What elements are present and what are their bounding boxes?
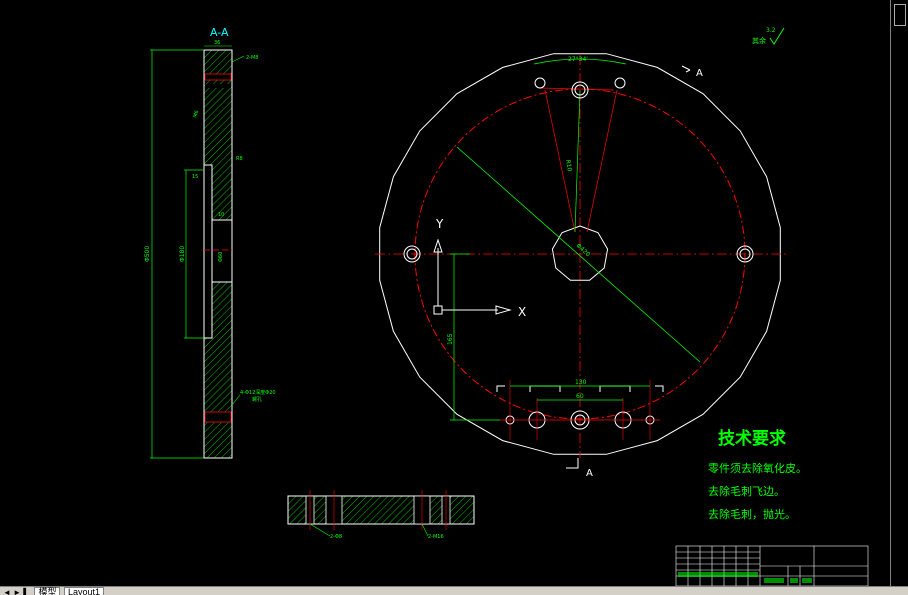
- arrow-label-top: A: [696, 68, 703, 79]
- tech-title: 技术要求: [718, 428, 786, 449]
- dim-vertical: 165: [447, 333, 454, 345]
- note-top: 2-M8: [246, 55, 258, 61]
- tech-line-2: 去除毛刺飞边。: [708, 484, 785, 498]
- dim-small1: 15: [192, 174, 198, 180]
- dim-slot: Φ180: [179, 246, 186, 262]
- dim-height: Φ500: [144, 246, 151, 262]
- scrollbar-thumb[interactable]: [894, 4, 906, 26]
- ucs-x: X: [518, 305, 526, 319]
- plate-view: Φ420 27°34' R10 130 60 165 A A: [375, 53, 788, 479]
- dim-top: 36: [214, 40, 220, 46]
- arrow-label-bottom: A: [586, 468, 593, 479]
- section-view: A-A Φ500 Φ180 36 2-M8 M6 R8 15 10 Φ60 4-…: [144, 26, 276, 459]
- dim-60: 60: [576, 393, 584, 400]
- dim-angle: 27°34': [568, 56, 588, 63]
- note-bottom1: 4-Φ12深度Φ20: [240, 389, 276, 396]
- tech-requirements: 技术要求 零件须去除氧化皮。 去除毛刺飞边。 去除毛刺，抛光。: [708, 428, 807, 521]
- dim-130: 130: [575, 379, 587, 386]
- title-block: [675, 545, 869, 586]
- note-bottom2: 螺孔: [252, 396, 262, 403]
- vertical-scrollbar[interactable]: [890, 0, 908, 586]
- ucs-icon: Y X: [433, 217, 526, 319]
- cad-drawing-canvas[interactable]: A-A Φ500 Φ180 36 2-M8 M6 R8 15 10 Φ60 4-…: [0, 0, 890, 586]
- dim-small2: 10: [218, 212, 224, 218]
- tech-line-1: 零件须去除氧化皮。: [708, 461, 807, 475]
- dim-diag: Φ420: [575, 242, 592, 258]
- dim-radius: R10: [564, 159, 573, 172]
- tech-line-3: 去除毛刺，抛光。: [708, 507, 796, 521]
- bottom-note-right: 2-M16: [428, 534, 444, 540]
- note-angle: M6: [192, 110, 200, 119]
- ucs-y: Y: [435, 217, 444, 231]
- roughness-value: 3.2: [766, 27, 776, 34]
- roughness-symbol: 其余 3.2: [752, 27, 785, 45]
- section-label: A-A: [210, 26, 229, 39]
- roughness-text: 其余: [752, 36, 766, 45]
- bottom-section-view: 2-Φ8 2-M16: [287, 490, 475, 540]
- dim-center: Φ60: [218, 252, 224, 262]
- dim-r: R8: [236, 156, 243, 162]
- bottom-note-left: 2-Φ8: [330, 534, 342, 540]
